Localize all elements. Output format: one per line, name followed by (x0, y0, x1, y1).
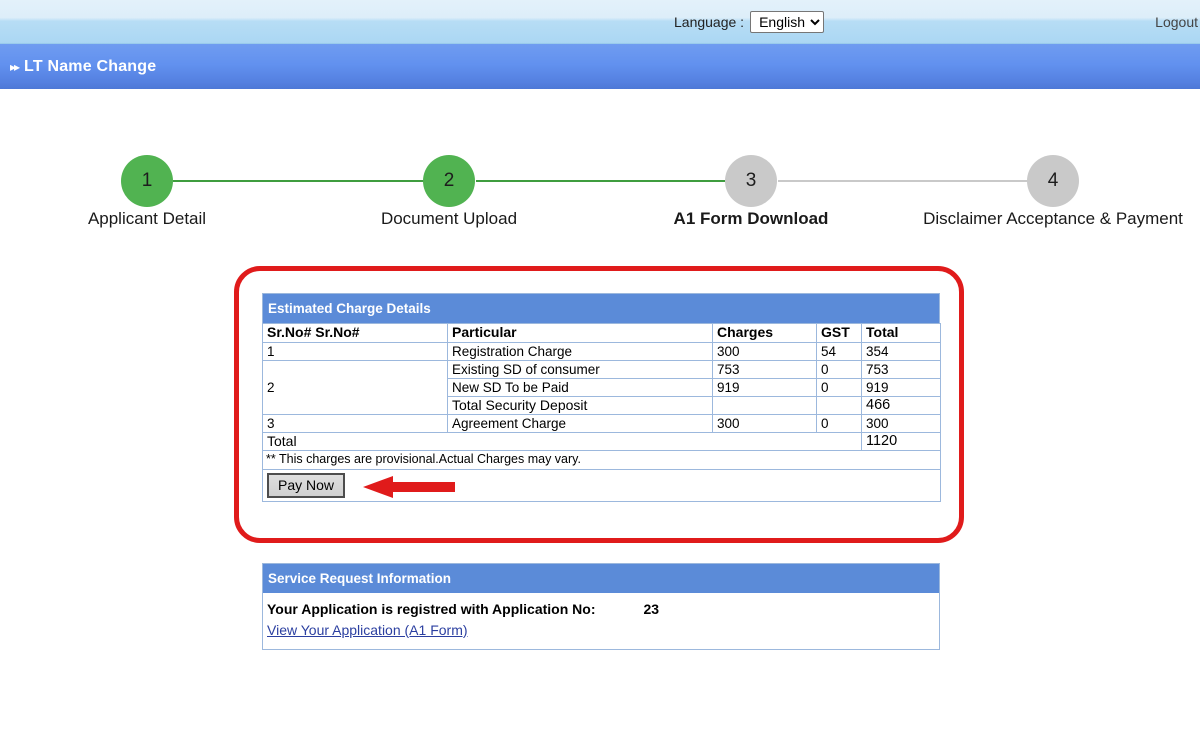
cell-gst: 54 (816, 342, 862, 361)
cell-total: 753 (861, 360, 941, 379)
cell-total: 919 (861, 378, 941, 397)
step-number-2: 2 (443, 170, 455, 191)
language-selector-group: Language : English (674, 11, 825, 33)
column-header-charges: Charges (712, 323, 817, 343)
cell-total: 354 (861, 342, 941, 361)
cell-gst: 0 (816, 414, 862, 433)
cell-gst: 0 (816, 360, 862, 379)
application-registered-row: Your Application is registred with Appli… (267, 601, 935, 617)
service-panel-body: Your Application is registred with Appli… (262, 593, 940, 650)
page-title-bar: ▸▸ LT Name Change (0, 44, 1200, 89)
cell-particular: Total Security Deposit (447, 396, 713, 415)
language-select[interactable]: English (750, 11, 825, 33)
table-row-actions: Pay Now (262, 469, 941, 502)
step-label-a1-form-download: A1 Form Download (673, 209, 829, 228)
step-number-1: 1 (141, 170, 153, 191)
grand-total-value: 1120 (861, 432, 941, 451)
column-header-total: Total (861, 323, 941, 343)
estimated-charge-details-panel: Estimated Charge Details Sr.No# Sr.No# P… (262, 293, 941, 502)
cell-srno: 1 (262, 342, 448, 361)
step-number-3: 3 (745, 170, 757, 191)
step-circle-4[interactable]: 4 (1027, 155, 1079, 207)
step-circle-1[interactable]: 1 (121, 155, 173, 207)
cell-particular: Existing SD of consumer (447, 360, 713, 379)
progress-stepper: 1 2 3 4 Applicant Detail Document Upload… (0, 155, 1200, 235)
service-request-information-panel: Service Request Information Your Applica… (262, 563, 940, 650)
cell-charges: 919 (712, 378, 817, 397)
step-label-applicant-detail: Applicant Detail (87, 209, 207, 228)
view-application-a1-form-link[interactable]: View Your Application (A1 Form) (267, 622, 468, 638)
logout-link[interactable]: Logout (1155, 14, 1198, 30)
cell-gst: 0 (816, 378, 862, 397)
page-title: LT Name Change (24, 57, 157, 75)
pay-now-cell: Pay Now (262, 469, 941, 502)
charges-table: Sr.No# Sr.No# Particular Charges GST Tot… (262, 323, 941, 502)
step-circle-3[interactable]: 3 (725, 155, 777, 207)
cell-srno: 2 (262, 360, 448, 415)
table-row-note: ** This charges are provisional.Actual C… (262, 450, 941, 470)
cell-charges: 753 (712, 360, 817, 379)
cell-charges: 300 (712, 342, 817, 361)
service-panel-header: Service Request Information (262, 563, 940, 593)
cell-charges (712, 396, 817, 415)
cell-total: 466 (861, 396, 941, 415)
charges-panel-header: Estimated Charge Details (262, 293, 940, 323)
cell-gst (816, 396, 862, 415)
charges-table-header-row: Sr.No# Sr.No# Particular Charges GST Tot… (262, 323, 941, 343)
column-header-gst: GST (816, 323, 862, 343)
cell-srno: 3 (262, 414, 448, 433)
step-number-4: 4 (1047, 170, 1059, 191)
step-label-document-upload: Document Upload (380, 209, 518, 228)
table-row-grand-total: Total 1120 (262, 432, 941, 451)
service-panel-title: Service Request Information (268, 571, 452, 586)
cell-particular: New SD To be Paid (447, 378, 713, 397)
application-number-value: 23 (643, 601, 660, 617)
column-header-srno: Sr.No# Sr.No# (262, 323, 448, 343)
column-header-particular: Particular (447, 323, 713, 343)
cell-particular: Agreement Charge (447, 414, 713, 433)
cell-total: 300 (861, 414, 941, 433)
table-row: 1 Registration Charge 300 54 354 (262, 342, 941, 361)
step-connector-3-4 (778, 180, 1028, 182)
table-row: 2 Existing SD of consumer 753 0 753 (262, 360, 941, 415)
provisional-charges-note: ** This charges are provisional.Actual C… (262, 450, 941, 470)
grand-total-label: Total (262, 432, 862, 451)
language-label: Language : (674, 14, 745, 30)
charges-panel-title: Estimated Charge Details (268, 301, 431, 316)
table-row: 3 Agreement Charge 300 0 300 (262, 414, 941, 433)
pay-now-button[interactable]: Pay Now (267, 473, 346, 498)
cell-charges: 300 (712, 414, 817, 433)
step-connector-2-3 (476, 180, 725, 182)
step-label-disclaimer-payment: Disclaimer Acceptance & Payment (923, 209, 1183, 228)
top-language-bar: Language : English Logout (0, 0, 1200, 44)
step-circle-2[interactable]: 2 (423, 155, 475, 207)
application-registered-label: Your Application is registred with Appli… (267, 601, 596, 617)
cell-particular: Registration Charge (447, 342, 713, 361)
double-chevron-icon: ▸▸ (10, 59, 20, 74)
red-pointer-arrow-icon (363, 476, 455, 498)
step-connector-1-2 (173, 180, 424, 182)
